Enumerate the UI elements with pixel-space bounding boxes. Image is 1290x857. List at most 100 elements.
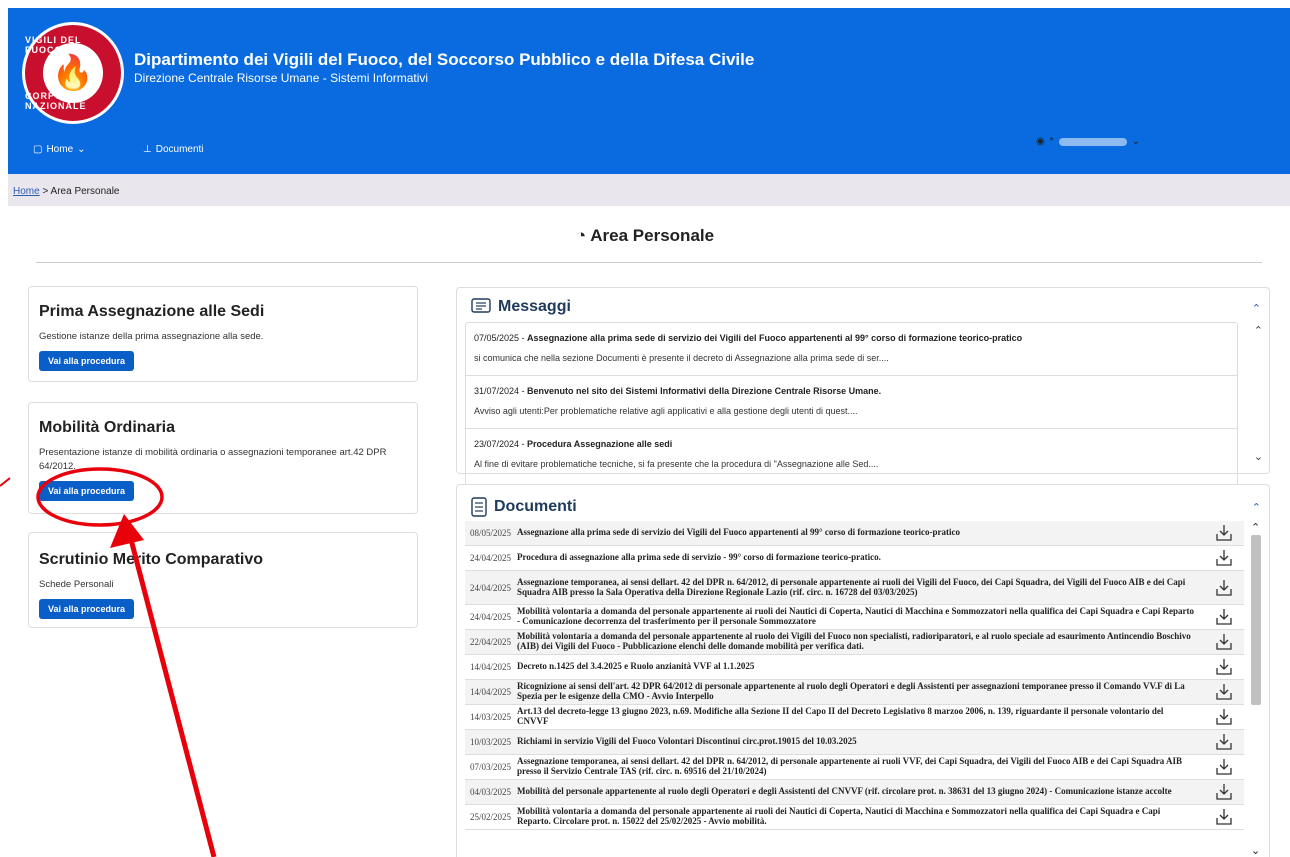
document-date: 04/03/2025 [469, 787, 511, 797]
message-item[interactable]: 31/07/2024 - Benvenuto nel sito dei Sist… [466, 376, 1237, 429]
chevron-down-icon: ⌄ [1131, 136, 1141, 147]
message-date: 31/07/2024 [474, 386, 520, 396]
document-date: 14/04/2025 [469, 662, 511, 672]
logo[interactable]: VIGILI DEL FUOCO 🔥 CORPO NAZIONALE [22, 22, 124, 124]
document-row[interactable]: 14/04/2025 Ricognizione ai sensi dell'art… [465, 680, 1244, 705]
card-title: Scrutinio Merito Comparativo [39, 551, 264, 568]
card-desc: Presentazione istanze di mobilità ordina… [39, 447, 387, 472]
scroll-up-icon[interactable]: ⌃ [1254, 324, 1263, 337]
message-item[interactable]: 23/07/2024 - Procedura Assegnazione alle… [466, 429, 1237, 482]
messages-header: Messaggi [471, 298, 571, 316]
logo-text-top: VIGILI DEL FUOCO [25, 35, 82, 55]
vai-alla-procedura-button[interactable]: Vai alla procedura [39, 480, 135, 501]
download-icon[interactable] [1204, 633, 1244, 651]
document-date: 24/04/2025 [469, 612, 511, 622]
download-icon-svg [1216, 759, 1232, 775]
site-header: VIGILI DEL FUOCO 🔥 CORPO NAZIONALE Dipar… [8, 8, 1290, 174]
download-icon[interactable] [1204, 733, 1244, 751]
document-row[interactable]: 14/04/2025 Decreto n.1425 del 3.4.2025 e … [465, 655, 1244, 680]
breadcrumb-home-link[interactable]: Home [13, 186, 40, 197]
document-icon [471, 497, 487, 517]
download-icon-svg [1216, 709, 1232, 725]
document-date: 24/04/2025 [469, 553, 511, 563]
download-icon-svg [1216, 579, 1232, 596]
document-title[interactable]: Richiami in servizio Vigili del Fuoco Vo… [517, 736, 1204, 747]
documents-scrollbar[interactable]: ⌃ ⌄ [1251, 521, 1261, 857]
annotation-edge-mark [0, 477, 11, 487]
message-item[interactable]: 07/05/2025 - Assegnazione alla prima sed… [466, 323, 1237, 376]
download-icon[interactable] [1204, 708, 1244, 726]
document-date: 14/04/2025 [469, 687, 511, 697]
download-icon[interactable] [1204, 579, 1244, 597]
nav-home[interactable]: ▢ Home ⌄ [33, 144, 86, 155]
document-title[interactable]: Mobilità volontaria a domanda del person… [517, 806, 1204, 826]
document-title[interactable]: Mobilità del personale appartenente al r… [517, 786, 1204, 797]
message-preview: si comunica che nella sezione Documenti … [474, 353, 889, 363]
document-row[interactable]: 04/03/2025 Mobilità del personale apparte… [465, 780, 1244, 805]
document-row[interactable]: 25/02/2025 Mobilità volontaria a domanda … [465, 805, 1244, 830]
nav-documenti[interactable]: ⊥ Documenti [143, 144, 204, 155]
document-date: 25/02/2025 [469, 812, 511, 822]
user-menu[interactable]: ◉ * ⌄ [1036, 136, 1140, 147]
download-icon[interactable] [1204, 524, 1244, 542]
breadcrumb: Home > Area Personale [8, 174, 1290, 206]
vai-alla-procedura-button[interactable]: Vai alla procedura [39, 350, 135, 371]
page-root: VIGILI DEL FUOCO 🔥 CORPO NAZIONALE Dipar… [0, 0, 1290, 857]
download-icon[interactable] [1204, 808, 1244, 826]
documents-panel: Documenti ⌃ 08/05/2025 Assegnazione alla … [456, 484, 1270, 857]
nav-home-label: Home [46, 144, 74, 155]
document-date: 24/04/2025 [469, 582, 511, 593]
document-row[interactable]: 24/04/2025 Mobilità volontaria a domanda … [465, 605, 1244, 630]
download-icon[interactable] [1204, 549, 1244, 567]
document-title[interactable]: Ricognizione ai sensi dell'art. 42 DPR 6… [517, 681, 1204, 701]
home-icon: ▢ [33, 144, 43, 155]
document-title[interactable]: Assegnazione temporanea, ai sensi dellar… [517, 577, 1204, 597]
document-row[interactable]: 08/05/2025 Assegnazione alla prima sede d… [465, 521, 1244, 546]
message-sep: - [519, 386, 528, 396]
document-title[interactable]: Decreto n.1425 del 3.4.2025 e Ruolo anzi… [517, 661, 1204, 672]
download-icon[interactable] [1204, 658, 1244, 676]
user-name-redacted [1058, 137, 1127, 146]
download-icon[interactable] [1204, 683, 1244, 701]
collapse-chevron-icon[interactable]: ⌃ [1252, 302, 1261, 315]
message-sep: - [519, 439, 528, 449]
message-date: 23/07/2024 [474, 439, 520, 449]
documents-table: 08/05/2025 Assegnazione alla prima sede d… [465, 521, 1244, 857]
messages-title: Messaggi [498, 298, 571, 315]
message-preview: Avviso agli utenti:Per problematiche rel… [474, 406, 858, 416]
document-row[interactable]: 10/03/2025 Richiami in servizio Vigili de… [465, 730, 1244, 755]
download-icon[interactable] [1204, 783, 1244, 801]
page-title-text: Area Personale [590, 226, 715, 245]
download-icon[interactable] [1204, 758, 1244, 776]
download-icon-svg [1216, 609, 1232, 625]
scroll-down-icon[interactable]: ⌄ [1254, 450, 1263, 463]
document-date: 22/04/2025 [469, 637, 511, 647]
vai-alla-procedura-button[interactable]: Vai alla procedura [39, 598, 135, 619]
chevron-down-icon: ⌄ [77, 144, 86, 155]
document-title[interactable]: Procedura di assegnazione alla prima sed… [517, 552, 1204, 563]
document-row[interactable]: 24/04/2025 Procedura di assegnazione alla… [465, 546, 1244, 571]
document-date: 08/05/2025 [469, 528, 511, 538]
messages-list: 07/05/2025 - Assegnazione alla prima sed… [465, 322, 1238, 488]
document-title[interactable]: Mobilità volontaria a domanda del person… [517, 631, 1204, 651]
download-icon[interactable] [1204, 608, 1244, 626]
document-title[interactable]: Mobilità volontaria a domanda del person… [517, 606, 1204, 626]
page-title: ◔ Area Personale [0, 226, 1290, 246]
document-row[interactable]: 24/04/2025 Assegnazione temporanea, ai se… [465, 571, 1244, 605]
document-title[interactable]: Assegnazione temporanea, ai sensi dellar… [517, 756, 1204, 776]
messages-panel: Messaggi ⌃ 07/05/2025 - Assegnazione all… [456, 287, 1270, 488]
document-title[interactable]: Art.13 del decreto-legge 13 giugno 2023,… [517, 706, 1204, 726]
collapse-chevron-icon[interactable]: ⌃ [1252, 501, 1261, 514]
scroll-down-icon[interactable]: ⌄ [1251, 844, 1260, 857]
card-desc: Gestione istanze della prima assegnazion… [39, 331, 264, 342]
document-row[interactable]: 22/04/2025 Mobilità volontaria a domanda … [465, 630, 1244, 655]
document-title[interactable]: Assegnazione alla prima sede di servizio… [517, 527, 1204, 538]
scroll-thumb[interactable] [1251, 535, 1261, 705]
message-title: Assegnazione alla prima sede di servizio… [527, 333, 1023, 343]
pin-icon: ⊥ [143, 144, 152, 155]
message-title: Procedura Assegnazione alle sedi [527, 439, 673, 449]
card-title: Prima Assegnazione alle Sedi [39, 303, 265, 320]
scroll-up-icon[interactable]: ⌃ [1251, 521, 1260, 534]
document-row[interactable]: 14/03/2025 Art.13 del decreto-legge 13 gi… [465, 705, 1244, 730]
document-row[interactable]: 07/03/2025 Assegnazione temporanea, ai se… [465, 755, 1244, 780]
